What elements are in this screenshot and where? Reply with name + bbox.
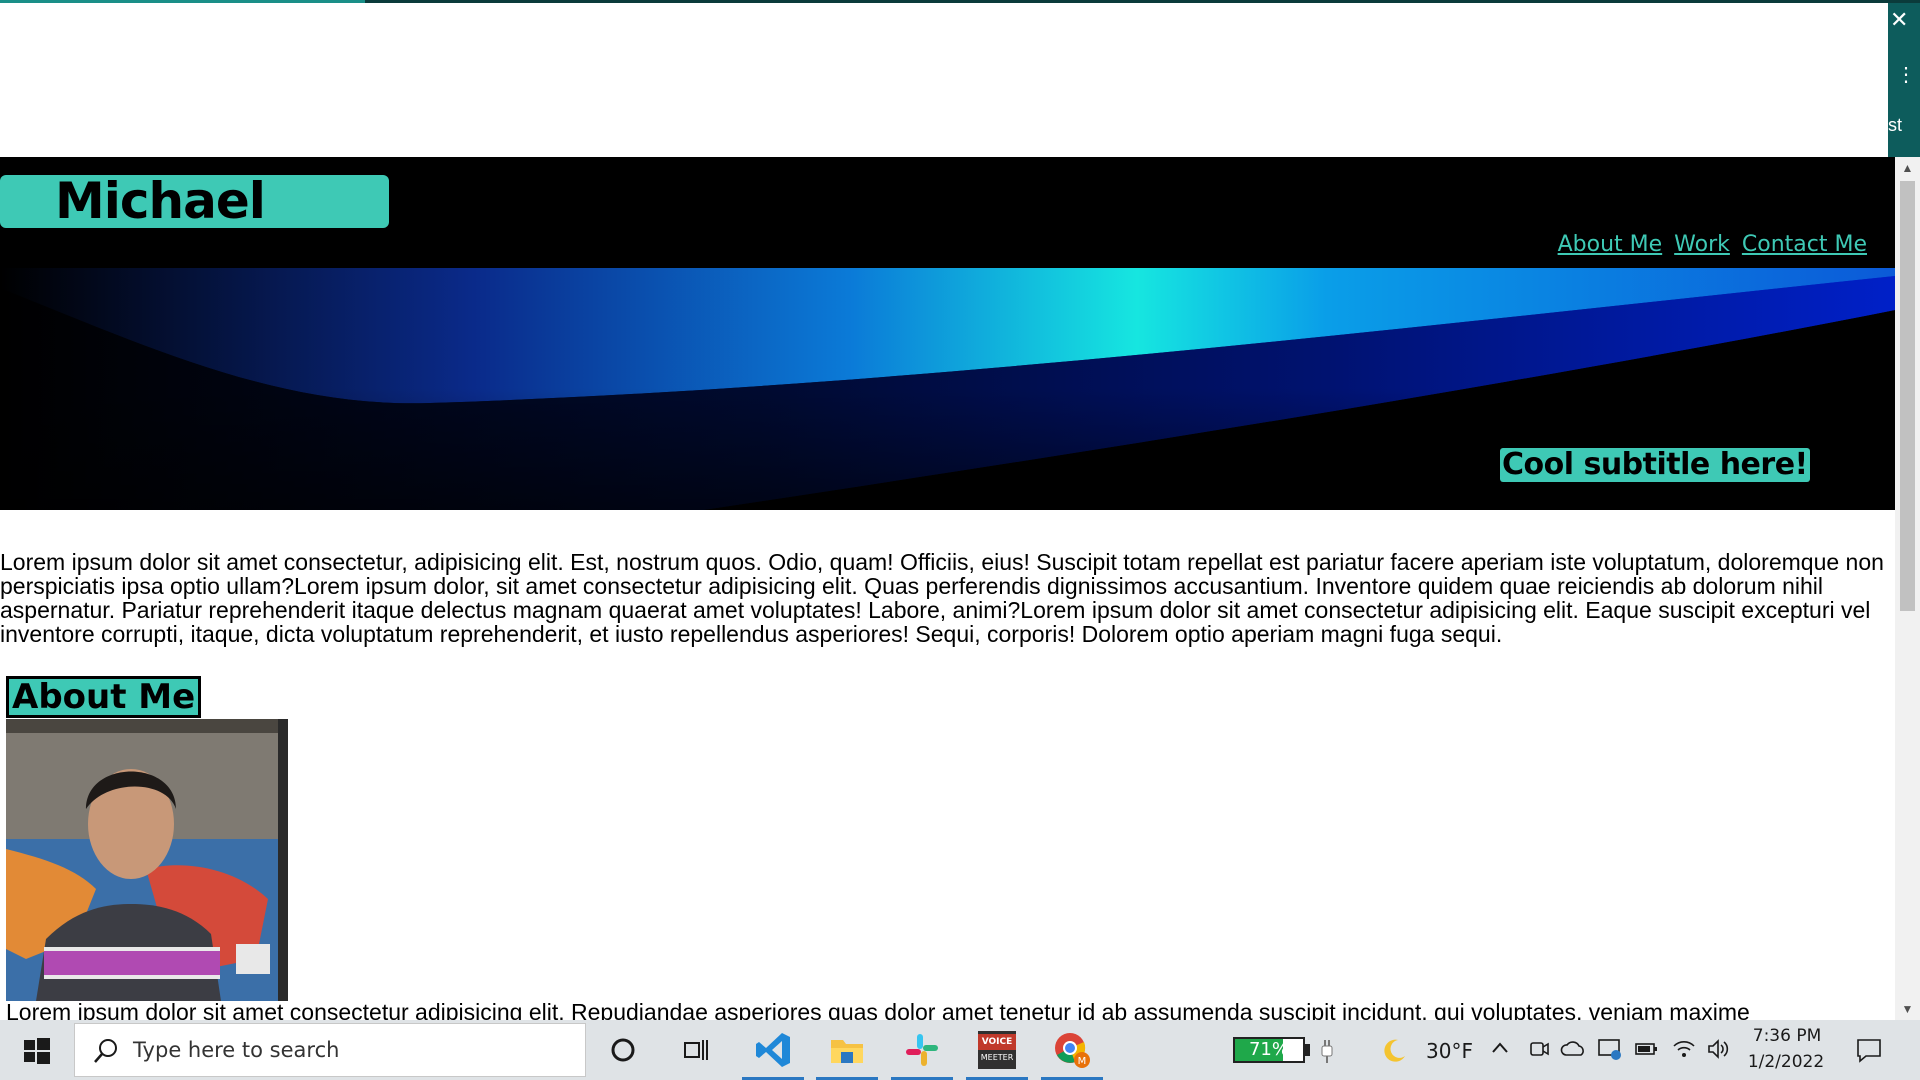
battery-percent: 71% [1248,1039,1289,1060]
voicemeeter-label-bottom: MEETER [980,1053,1014,1062]
search-placeholder: Type here to search [133,1038,340,1062]
windows-taskbar: Type here to search VOICE MEETER M 71% 3… [0,1020,1920,1080]
scroll-up-arrow-icon[interactable]: ▲ [1895,157,1920,179]
chrome-icon[interactable]: M [1041,1026,1103,1080]
clock-date[interactable]: 1/2/2022 [1746,1052,1826,1072]
battery-tray-icon[interactable] [1634,1038,1660,1065]
about-me-paragraph: Lorem ipsum dolor sit amet consectetur a… [6,999,1750,1020]
voicemeeter-label-top: VOICE [978,1034,1016,1050]
clock-time[interactable]: 7:36 PM [1752,1026,1822,1046]
nav-link-contact[interactable]: Contact Me [1742,232,1867,258]
site-title: Michael Waki [0,175,389,281]
hero-banner: Cool subtitle here! [0,268,1895,510]
browser-top-border [0,0,1920,3]
weather-moon-icon[interactable] [1380,1036,1408,1069]
battery-nub [1305,1044,1310,1056]
scroll-down-arrow-icon[interactable]: ▼ [1895,998,1920,1020]
weather-temperature[interactable]: 30°F [1426,1039,1473,1063]
profile-photo [6,719,288,1001]
power-plug-icon [1318,1038,1336,1069]
web-page: Michael Waki About Me Work Contact Me Co… [0,157,1895,1020]
hero-subtitle: Cool subtitle here! [1500,447,1810,482]
side-panel: ✕ ⋮ st [1888,3,1920,157]
windows-logo-icon [24,1038,50,1064]
slack-icon[interactable] [891,1026,953,1080]
nav-link-work[interactable]: Work [1674,232,1730,258]
meet-now-icon[interactable] [1528,1038,1550,1065]
site-nav: About Me Work Contact Me [1558,232,1867,258]
intro-paragraph: Lorem ipsum dolor sit amet consectetur, … [0,549,1884,647]
start-button[interactable] [0,1020,72,1080]
search-icon [94,1039,117,1063]
wifi-icon[interactable] [1672,1038,1696,1065]
site-header: Michael Waki About Me Work Contact Me [0,157,1895,281]
voicemeeter-icon[interactable]: VOICE MEETER [966,1026,1028,1080]
vscode-icon[interactable] [742,1026,804,1080]
scroll-thumb[interactable] [1900,181,1915,611]
onedrive-cloud-icon[interactable] [1560,1038,1586,1065]
display-sync-icon[interactable] [1597,1036,1623,1067]
about-me-heading: About Me [6,676,202,718]
active-tab-indicator [0,0,365,3]
chevron-up-icon[interactable] [1490,1038,1510,1063]
close-icon[interactable]: ✕ [1890,9,1908,31]
more-options-icon[interactable]: ⋮ [1896,65,1916,85]
volume-icon[interactable] [1706,1038,1730,1065]
notifications-icon[interactable] [1855,1036,1883,1069]
nav-link-about[interactable]: About Me [1558,232,1663,258]
page-scrollbar[interactable]: ▲ ▼ [1895,157,1920,1020]
chrome-profile-badge: M [1078,1056,1087,1067]
battery-indicator[interactable]: 71% [1233,1037,1305,1063]
cortana-icon[interactable] [592,1026,654,1074]
file-explorer-icon[interactable] [816,1026,878,1080]
taskbar-search-input[interactable]: Type here to search [74,1023,586,1077]
side-panel-text-fragment: st [1888,115,1903,135]
task-view-icon[interactable] [665,1026,727,1074]
